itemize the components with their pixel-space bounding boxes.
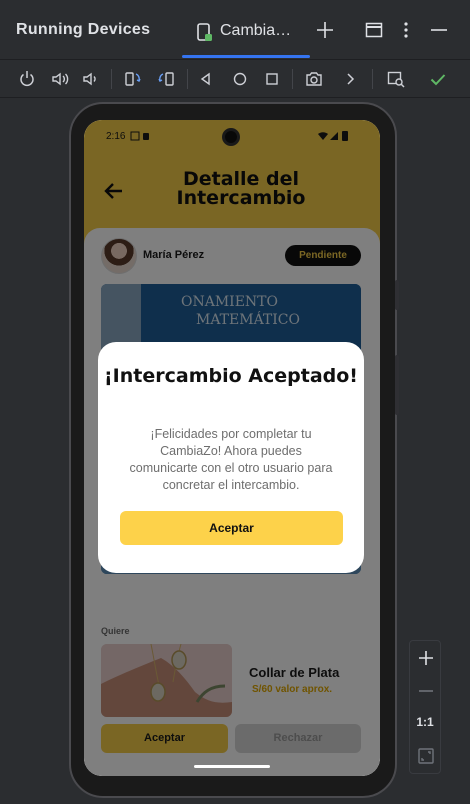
panel-title: Running Devices <box>16 21 151 38</box>
toolbar-separator <box>372 69 373 89</box>
fit-screen-icon[interactable] <box>416 746 436 766</box>
phone-side-button <box>395 355 399 415</box>
ide-tabbar: Running Devices Cambia… <box>0 0 470 60</box>
dialog-title: ¡Intercambio Aceptado! <box>104 365 358 387</box>
device-toolbar <box>0 60 470 98</box>
tab-device[interactable]: Cambia… <box>182 10 310 58</box>
dialog-accept-button[interactable]: Aceptar <box>120 511 343 545</box>
zoom-in-icon[interactable] <box>416 648 436 668</box>
toolbar-separator <box>111 69 112 89</box>
device-tab-label: Cambia… <box>220 22 292 39</box>
toolbar-separator <box>187 69 188 89</box>
zoom-controls: 1:1 <box>409 640 441 774</box>
back-nav-icon[interactable] <box>196 69 216 89</box>
more-options-icon[interactable] <box>396 20 416 40</box>
zoom-out-icon[interactable] <box>416 681 436 701</box>
device-tab-icon <box>197 23 212 41</box>
rotate-right-icon[interactable] <box>156 69 176 89</box>
tab-underline <box>182 55 310 58</box>
minimize-icon[interactable] <box>429 20 449 40</box>
window-icon[interactable] <box>364 20 384 40</box>
add-icon[interactable] <box>315 20 335 40</box>
device-screen[interactable]: 2:16 Detalle del Intercambio María Pérez… <box>84 120 380 776</box>
overview-nav-icon[interactable] <box>262 69 282 89</box>
power-icon[interactable] <box>17 69 37 89</box>
gesture-nav-handle[interactable] <box>194 765 270 768</box>
volume-down-icon[interactable] <box>80 69 100 89</box>
toolbar-separator <box>292 69 293 89</box>
screenshot-icon[interactable] <box>304 69 324 89</box>
phone-side-button <box>395 280 399 310</box>
home-nav-icon[interactable] <box>230 69 250 89</box>
volume-up-icon[interactable] <box>50 69 70 89</box>
dialog-message: ¡Felicidades por completar tu CambiaZo! … <box>129 427 333 492</box>
layout-inspector-icon[interactable] <box>386 69 406 89</box>
rotate-left-icon[interactable] <box>123 69 143 89</box>
check-icon[interactable] <box>428 69 448 89</box>
success-dialog: ¡Intercambio Aceptado! ¡Felicidades por … <box>98 342 364 573</box>
chevron-right-icon[interactable] <box>340 69 360 89</box>
zoom-actual-size[interactable]: 1:1 <box>410 715 440 729</box>
